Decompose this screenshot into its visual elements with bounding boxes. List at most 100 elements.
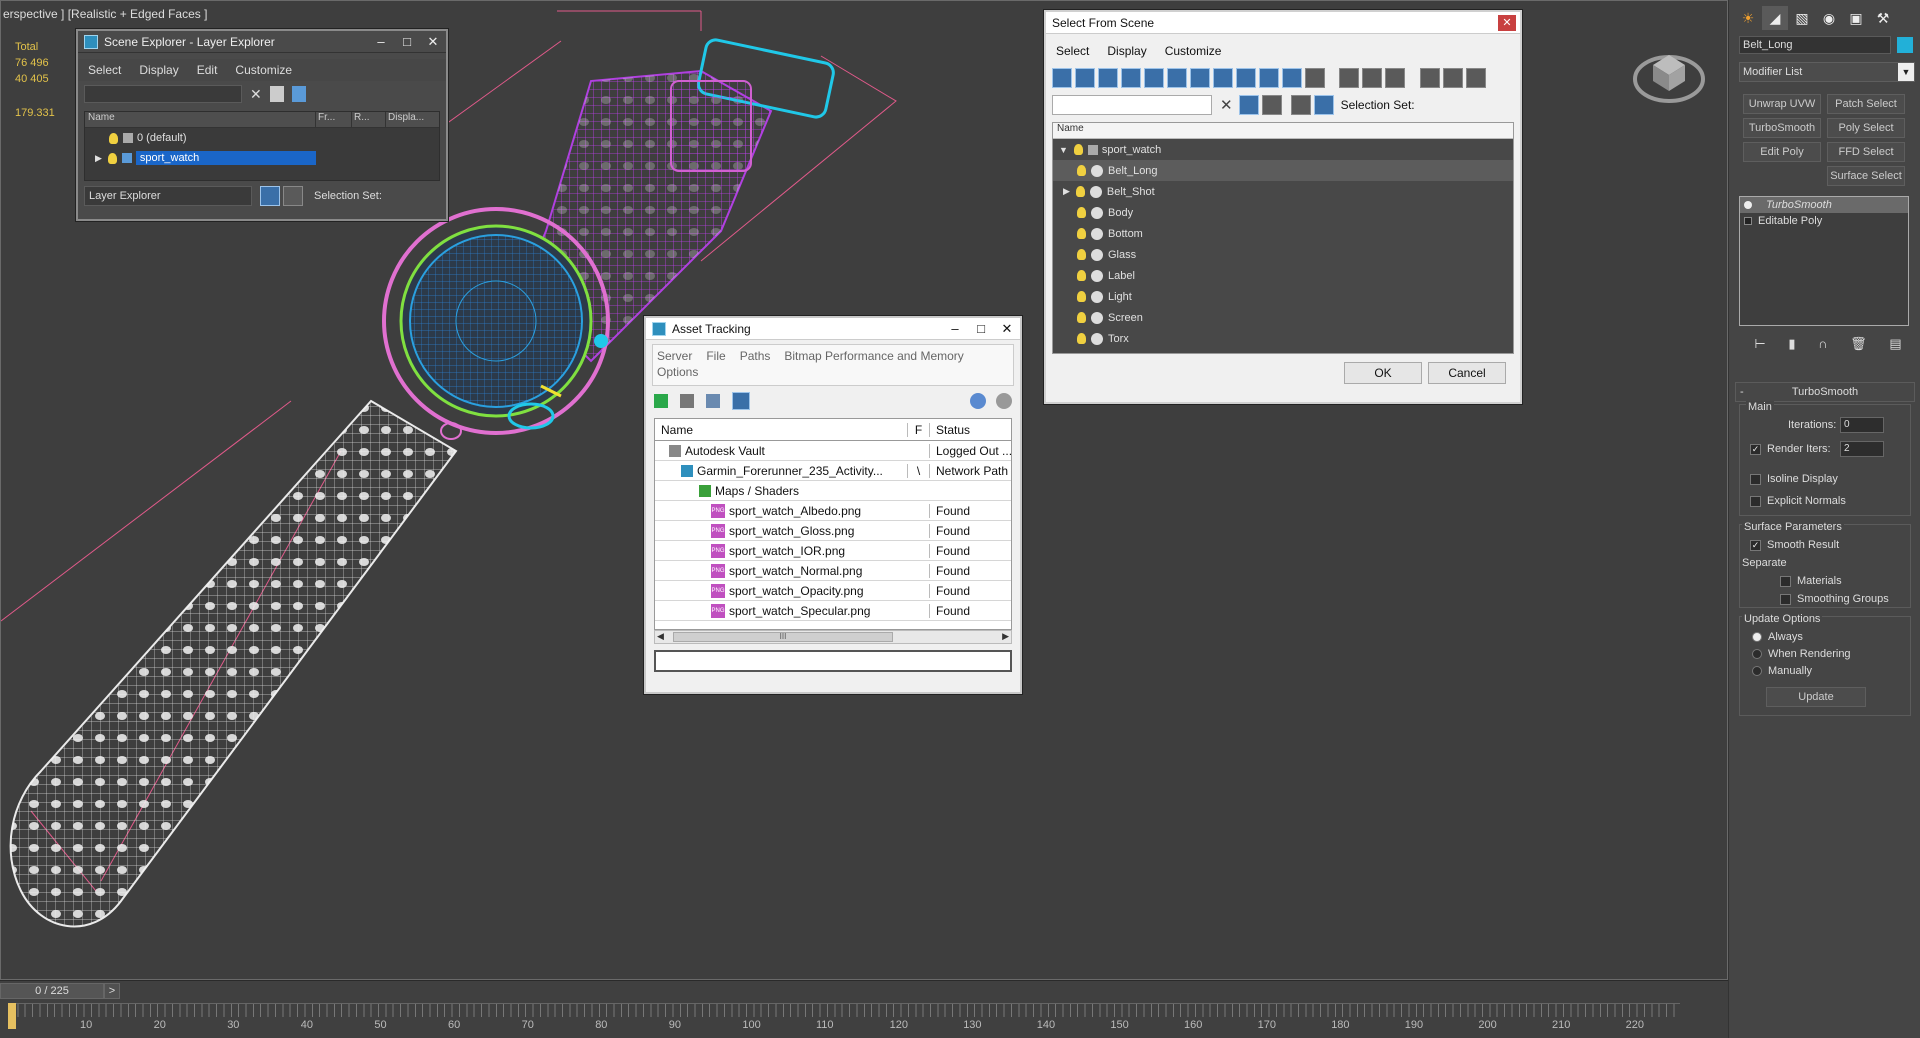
- sfs-object-row[interactable]: Torx: [1053, 328, 1513, 349]
- sfs-object-row[interactable]: Body: [1053, 202, 1513, 223]
- filter-funnel-icon[interactable]: [1419, 68, 1440, 88]
- at-asset-row[interactable]: Autodesk Vault Logged Out ...: [655, 441, 1011, 461]
- se-col-render[interactable]: R...: [351, 112, 385, 127]
- sfs-object-row[interactable]: Belt_Long: [1053, 160, 1513, 181]
- sfs-root-row[interactable]: ▼ sport_watch: [1053, 139, 1513, 160]
- select-none-icon[interactable]: [1362, 68, 1383, 88]
- display-xrefs-icon[interactable]: [1213, 68, 1233, 88]
- filter-options-icon[interactable]: [1442, 68, 1463, 88]
- light-bulb-icon[interactable]: [1077, 312, 1086, 323]
- collapse-icon[interactable]: [1465, 68, 1486, 88]
- hierarchy-icon[interactable]: [1313, 95, 1334, 115]
- at-horizontal-scrollbar[interactable]: ◀ III ▶: [654, 630, 1012, 644]
- at-menu-options[interactable]: Options: [657, 365, 1009, 383]
- make-unique-icon[interactable]: ∩: [1818, 336, 1827, 356]
- collapse-rollout-icon[interactable]: -: [1740, 383, 1744, 401]
- close-icon[interactable]: ✕: [1498, 14, 1516, 31]
- find-options-icon[interactable]: [1261, 95, 1282, 115]
- light-bulb-icon[interactable]: [107, 152, 117, 164]
- create-tab-icon[interactable]: ☀: [1735, 6, 1761, 30]
- next-frame-button[interactable]: >: [104, 983, 120, 999]
- at-col-f[interactable]: F: [907, 422, 929, 437]
- close-icon[interactable]: ✕: [420, 34, 446, 50]
- select-invert-icon[interactable]: [1385, 68, 1406, 88]
- se-layer-row-sport-watch[interactable]: ▶ sport_watch: [85, 148, 439, 168]
- isoline-display-checkbox[interactable]: [1750, 473, 1761, 485]
- hierarchy-icon[interactable]: [283, 186, 303, 206]
- pin-stack-icon[interactable]: ⊢: [1754, 336, 1765, 356]
- sfs-menu-display[interactable]: Display: [1107, 44, 1146, 58]
- light-bulb-icon[interactable]: [1075, 186, 1085, 197]
- refresh-icon[interactable]: [654, 394, 668, 408]
- render-iters-checkbox[interactable]: ✓: [1750, 443, 1761, 455]
- at-asset-row[interactable]: PNG sport_watch_IOR.png Found: [655, 541, 1011, 561]
- se-layer-row-default[interactable]: 0 (default): [85, 128, 439, 148]
- sfs-object-row[interactable]: Label: [1053, 265, 1513, 286]
- at-col-status[interactable]: Status: [929, 422, 1011, 437]
- list-view-icon[interactable]: [680, 394, 694, 408]
- maximize-icon[interactable]: □: [394, 34, 420, 50]
- smoothing-groups-checkbox[interactable]: [1780, 593, 1791, 605]
- clear-search-icon[interactable]: ✕: [250, 86, 262, 103]
- lightbulb-icon[interactable]: [1744, 201, 1752, 209]
- turbosmooth-button[interactable]: TurboSmooth: [1743, 118, 1821, 138]
- at-menu-bitmap[interactable]: Bitmap Performance and Memory: [784, 349, 963, 363]
- track-bar[interactable]: [10, 1003, 1680, 1017]
- display-lights-icon[interactable]: [1098, 68, 1118, 88]
- display-bones-icon[interactable]: [1236, 68, 1256, 88]
- ok-button[interactable]: OK: [1344, 362, 1422, 384]
- when-rendering-radio[interactable]: [1752, 649, 1762, 660]
- scroll-thumb[interactable]: III: [673, 632, 893, 642]
- object-name-field[interactable]: Belt_Long: [1739, 36, 1891, 54]
- se-col-display[interactable]: Displa...: [385, 112, 435, 127]
- motion-tab-icon[interactable]: ◉: [1816, 6, 1842, 30]
- current-frame-marker[interactable]: [8, 1003, 16, 1029]
- sfs-object-row[interactable]: Screen: [1053, 307, 1513, 328]
- iterations-spinner[interactable]: 0: [1840, 417, 1884, 433]
- settings-icon[interactable]: [996, 393, 1012, 409]
- explicit-normals-checkbox[interactable]: [1750, 495, 1761, 507]
- se-menu-edit[interactable]: Edit: [197, 63, 218, 77]
- cancel-button[interactable]: Cancel: [1428, 362, 1506, 384]
- display-tab-icon[interactable]: ▣: [1843, 6, 1869, 30]
- object-color-swatch[interactable]: [1897, 37, 1913, 53]
- layers-icon[interactable]: [291, 86, 306, 102]
- at-asset-row[interactable]: PNG sport_watch_Gloss.png Found: [655, 521, 1011, 541]
- always-radio[interactable]: [1752, 632, 1762, 643]
- ffd-select-button[interactable]: FFD Select: [1827, 142, 1905, 162]
- se-menu-customize[interactable]: Customize: [235, 63, 292, 77]
- sfs-object-row[interactable]: Glass: [1053, 244, 1513, 265]
- at-asset-row[interactable]: PNG sport_watch_Normal.png Found: [655, 561, 1011, 581]
- asset-tracking-window[interactable]: Asset Tracking – □ ✕ Server File Paths B…: [644, 316, 1022, 694]
- at-menu-paths[interactable]: Paths: [740, 349, 771, 363]
- modify-tab-icon[interactable]: ◢: [1762, 6, 1788, 30]
- layer-view-icon[interactable]: [260, 186, 280, 206]
- sfs-col-name-header[interactable]: Name: [1053, 123, 1513, 139]
- sfs-titlebar[interactable]: Select From Scene ✕: [1046, 12, 1520, 34]
- select-all-icon[interactable]: [1339, 68, 1360, 88]
- at-asset-row[interactable]: Garmin_Forerunner_235_Activity... \ Networ…: [655, 461, 1011, 481]
- light-bulb-icon[interactable]: [1073, 144, 1083, 155]
- sfs-search-input[interactable]: [1052, 95, 1212, 115]
- se-menu-display[interactable]: Display: [139, 63, 178, 77]
- at-asset-row[interactable]: PNG sport_watch_Albedo.png Found: [655, 501, 1011, 521]
- display-frozen-icon[interactable]: [1282, 68, 1302, 88]
- display-shapes-icon[interactable]: [1075, 68, 1095, 88]
- at-titlebar[interactable]: Asset Tracking – □ ✕: [646, 318, 1020, 340]
- light-bulb-icon[interactable]: [1077, 165, 1086, 176]
- update-button[interactable]: Update: [1766, 687, 1866, 707]
- at-asset-row[interactable]: PNG sport_watch_Opacity.png Found: [655, 581, 1011, 601]
- viewcube-icon[interactable]: [1631, 35, 1707, 105]
- at-menu-server[interactable]: Server: [657, 349, 692, 363]
- case-sensitive-icon[interactable]: [1238, 95, 1259, 115]
- light-bulb-icon[interactable]: [109, 132, 118, 144]
- se-explorer-dropdown[interactable]: Layer Explorer: [84, 186, 252, 206]
- sfs-object-row[interactable]: ▶ Belt_Shot: [1053, 181, 1513, 202]
- scroll-left-icon[interactable]: ◀: [657, 631, 664, 642]
- se-menu-select[interactable]: Select: [88, 63, 121, 77]
- edit-poly-button[interactable]: Edit Poly: [1743, 142, 1821, 162]
- utilities-tab-icon[interactable]: ⚒: [1870, 6, 1896, 30]
- stack-item-editable-poly[interactable]: Editable Poly: [1740, 213, 1908, 229]
- light-bulb-icon[interactable]: [1077, 333, 1086, 344]
- modifier-stack[interactable]: TurboSmooth Editable Poly: [1739, 196, 1909, 326]
